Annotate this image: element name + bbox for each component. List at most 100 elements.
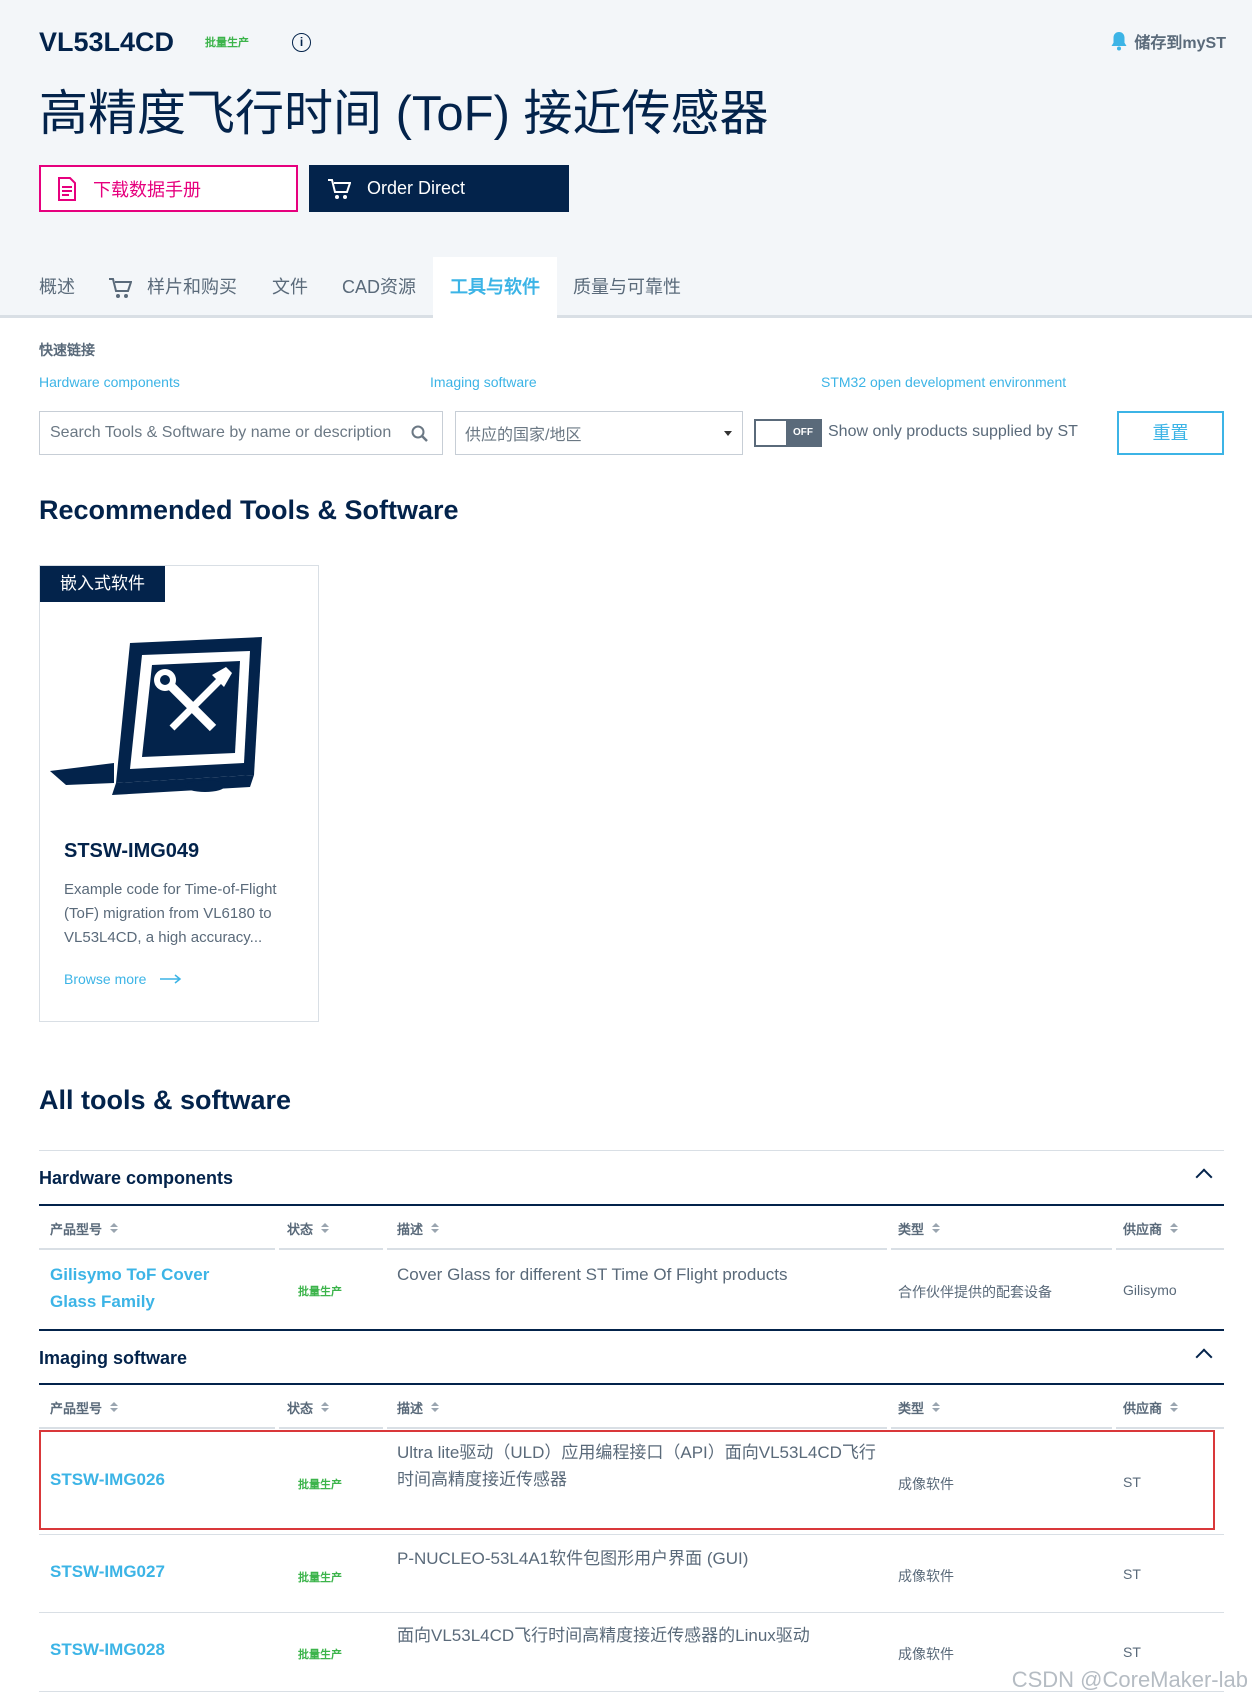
column-rule (39, 1427, 275, 1429)
chevron-down-icon (724, 431, 732, 436)
order-direct-button[interactable]: Order Direct (309, 165, 569, 212)
save-to-myst-button[interactable]: 储存到myST (1110, 29, 1226, 53)
product-tabs: 概述 样片和购买 文件 CAD资源 工具与软件 质量与可靠性 (0, 257, 1252, 320)
product-link[interactable]: STSW-IMG027 (50, 1558, 165, 1585)
section-title: Hardware components (39, 1168, 234, 1188)
product-type: 成像软件 (898, 1568, 954, 1584)
tab-samples-buy-label: 样片和购买 (147, 277, 237, 297)
column-header-label: 类型 (898, 1401, 925, 1416)
toggle-state: OFF (786, 421, 820, 445)
reset-button[interactable]: 重置 (1117, 411, 1224, 455)
column-rule (279, 1248, 383, 1250)
country-select[interactable]: 供应的国家/地区 (455, 411, 743, 455)
product-supplier: ST (1123, 1566, 1141, 1582)
card-description: Example code for Time-of-Flight (ToF) mi… (64, 881, 277, 946)
chevron-up-icon[interactable] (1195, 1168, 1213, 1186)
product-description: 面向VL53L4CD飞行时间高精度接近传感器的Linux驱动 (397, 1626, 810, 1645)
column-header-type[interactable]: 类型 (898, 1219, 941, 1238)
sort-icon (431, 1223, 440, 1234)
chevron-up-icon[interactable] (1195, 1348, 1213, 1366)
sort-icon (1170, 1223, 1179, 1234)
sort-icon (431, 1402, 440, 1413)
sort-icon (1170, 1402, 1179, 1413)
column-header-part[interactable]: 产品型号 (50, 1398, 119, 1417)
column-header-label: 供应商 (1123, 1222, 1163, 1237)
cart-icon (328, 178, 351, 199)
cart-icon (109, 277, 132, 298)
product-header: VL53L4CD 批量生产 i 储存到myST 高精度飞行时间 (ToF) 接近… (0, 0, 1252, 257)
order-direct-label: Order Direct (367, 178, 466, 198)
search-icon[interactable] (410, 424, 430, 444)
all-tools-heading: All tools & software (39, 1085, 292, 1115)
watermark: CSDN @CoreMaker-lab (1011, 1667, 1248, 1692)
status-badge: 批量生产 (205, 37, 249, 49)
card-product-name[interactable]: STSW-IMG049 (64, 840, 199, 863)
column-rule (279, 1427, 383, 1429)
tab-tools-software[interactable]: 工具与软件 (433, 257, 557, 320)
product-page: VL53L4CD 批量生产 i 储存到myST 高精度飞行时间 (ToF) 接近… (0, 0, 1252, 1704)
tab-quality-reliability[interactable]: 质量与可靠性 (573, 257, 681, 318)
product-description: Cover Glass for different ST Time Of Fli… (397, 1265, 788, 1284)
quick-link-hardware[interactable]: Hardware components (39, 374, 180, 390)
column-header-status[interactable]: 状态 (287, 1398, 330, 1417)
column-header-description[interactable]: 描述 (397, 1219, 440, 1238)
column-rule (1116, 1248, 1224, 1250)
column-header-label: 描述 (397, 1222, 424, 1237)
column-header-type[interactable]: 类型 (898, 1398, 941, 1417)
tab-cad-resources[interactable]: CAD资源 (342, 257, 416, 318)
column-header-label: 产品型号 (50, 1222, 103, 1237)
product-link[interactable]: Gilisymo ToF Cover Glass Family (50, 1261, 250, 1315)
tab-samples-buy[interactable]: 样片和购买 (108, 257, 237, 318)
column-header-label: 类型 (898, 1222, 925, 1237)
download-datasheet-button[interactable]: 下载数据手册 (39, 165, 298, 212)
document-icon (58, 176, 76, 201)
save-to-myst-label: 储存到myST (1134, 35, 1226, 52)
column-header-supplier[interactable]: 供应商 (1123, 1398, 1179, 1417)
sort-icon (932, 1402, 941, 1413)
column-header-supplier[interactable]: 供应商 (1123, 1219, 1179, 1238)
tab-overview[interactable]: 概述 (39, 257, 75, 318)
section-hardware-components[interactable]: Hardware components (39, 1150, 1224, 1206)
browse-more-label: Browse more (64, 971, 147, 987)
column-header-label: 产品型号 (50, 1401, 103, 1416)
country-select-value: 供应的国家/地区 (465, 427, 582, 444)
status-badge: 批量生产 (298, 1649, 342, 1661)
sort-icon (932, 1223, 941, 1234)
recommended-heading: Recommended Tools & Software (39, 495, 459, 525)
page-title: 高精度飞行时间 (ToF) 接近传感器 (39, 87, 769, 141)
product-type: 合作伙伴提供的配套设备 (898, 1284, 1052, 1300)
product-link[interactable]: STSW-IMG028 (50, 1636, 165, 1663)
section-title: Imaging software (39, 1348, 188, 1368)
status-badge: 批量生产 (298, 1572, 342, 1584)
column-rule (891, 1248, 1112, 1250)
arrow-right-icon (160, 974, 182, 984)
section-imaging-software[interactable]: Imaging software (39, 1329, 1224, 1385)
browse-more-link[interactable]: Browse more (64, 971, 182, 987)
recommended-card[interactable]: 嵌入式软件 STSW-IMG049 Example code for Time-… (39, 565, 319, 1022)
quick-link-imaging[interactable]: Imaging software (430, 374, 537, 390)
status-badge: 批量生产 (298, 1286, 342, 1298)
quick-links-title: 快速链接 (39, 342, 95, 358)
st-only-label: Show only products supplied by ST (828, 423, 1078, 440)
sort-icon (110, 1402, 119, 1413)
sort-icon (110, 1223, 119, 1234)
info-icon[interactable]: i (292, 33, 311, 52)
product-description: P-NUCLEO-53L4A1软件包图形用户界面 (GUI) (397, 1549, 749, 1568)
tab-documents[interactable]: 文件 (272, 257, 308, 318)
product-type: 成像软件 (898, 1646, 954, 1662)
column-rule (387, 1427, 887, 1429)
tools-monitor-icon (50, 637, 262, 795)
row-divider (39, 1534, 1224, 1535)
column-header-description[interactable]: 描述 (397, 1398, 440, 1417)
quick-link-stm32[interactable]: STM32 open development environment (821, 374, 1066, 390)
search-input[interactable]: Search Tools & Software by name or descr… (39, 411, 443, 455)
column-header-status[interactable]: 状态 (287, 1219, 330, 1238)
row-divider (39, 1612, 1224, 1613)
product-supplier: Gilisymo (1123, 1282, 1177, 1298)
sort-icon (321, 1223, 330, 1234)
st-only-toggle[interactable]: OFF (754, 419, 822, 447)
column-header-part[interactable]: 产品型号 (50, 1219, 119, 1238)
column-rule (387, 1248, 887, 1250)
product-supplier: ST (1123, 1644, 1141, 1660)
bell-icon (1111, 32, 1127, 51)
